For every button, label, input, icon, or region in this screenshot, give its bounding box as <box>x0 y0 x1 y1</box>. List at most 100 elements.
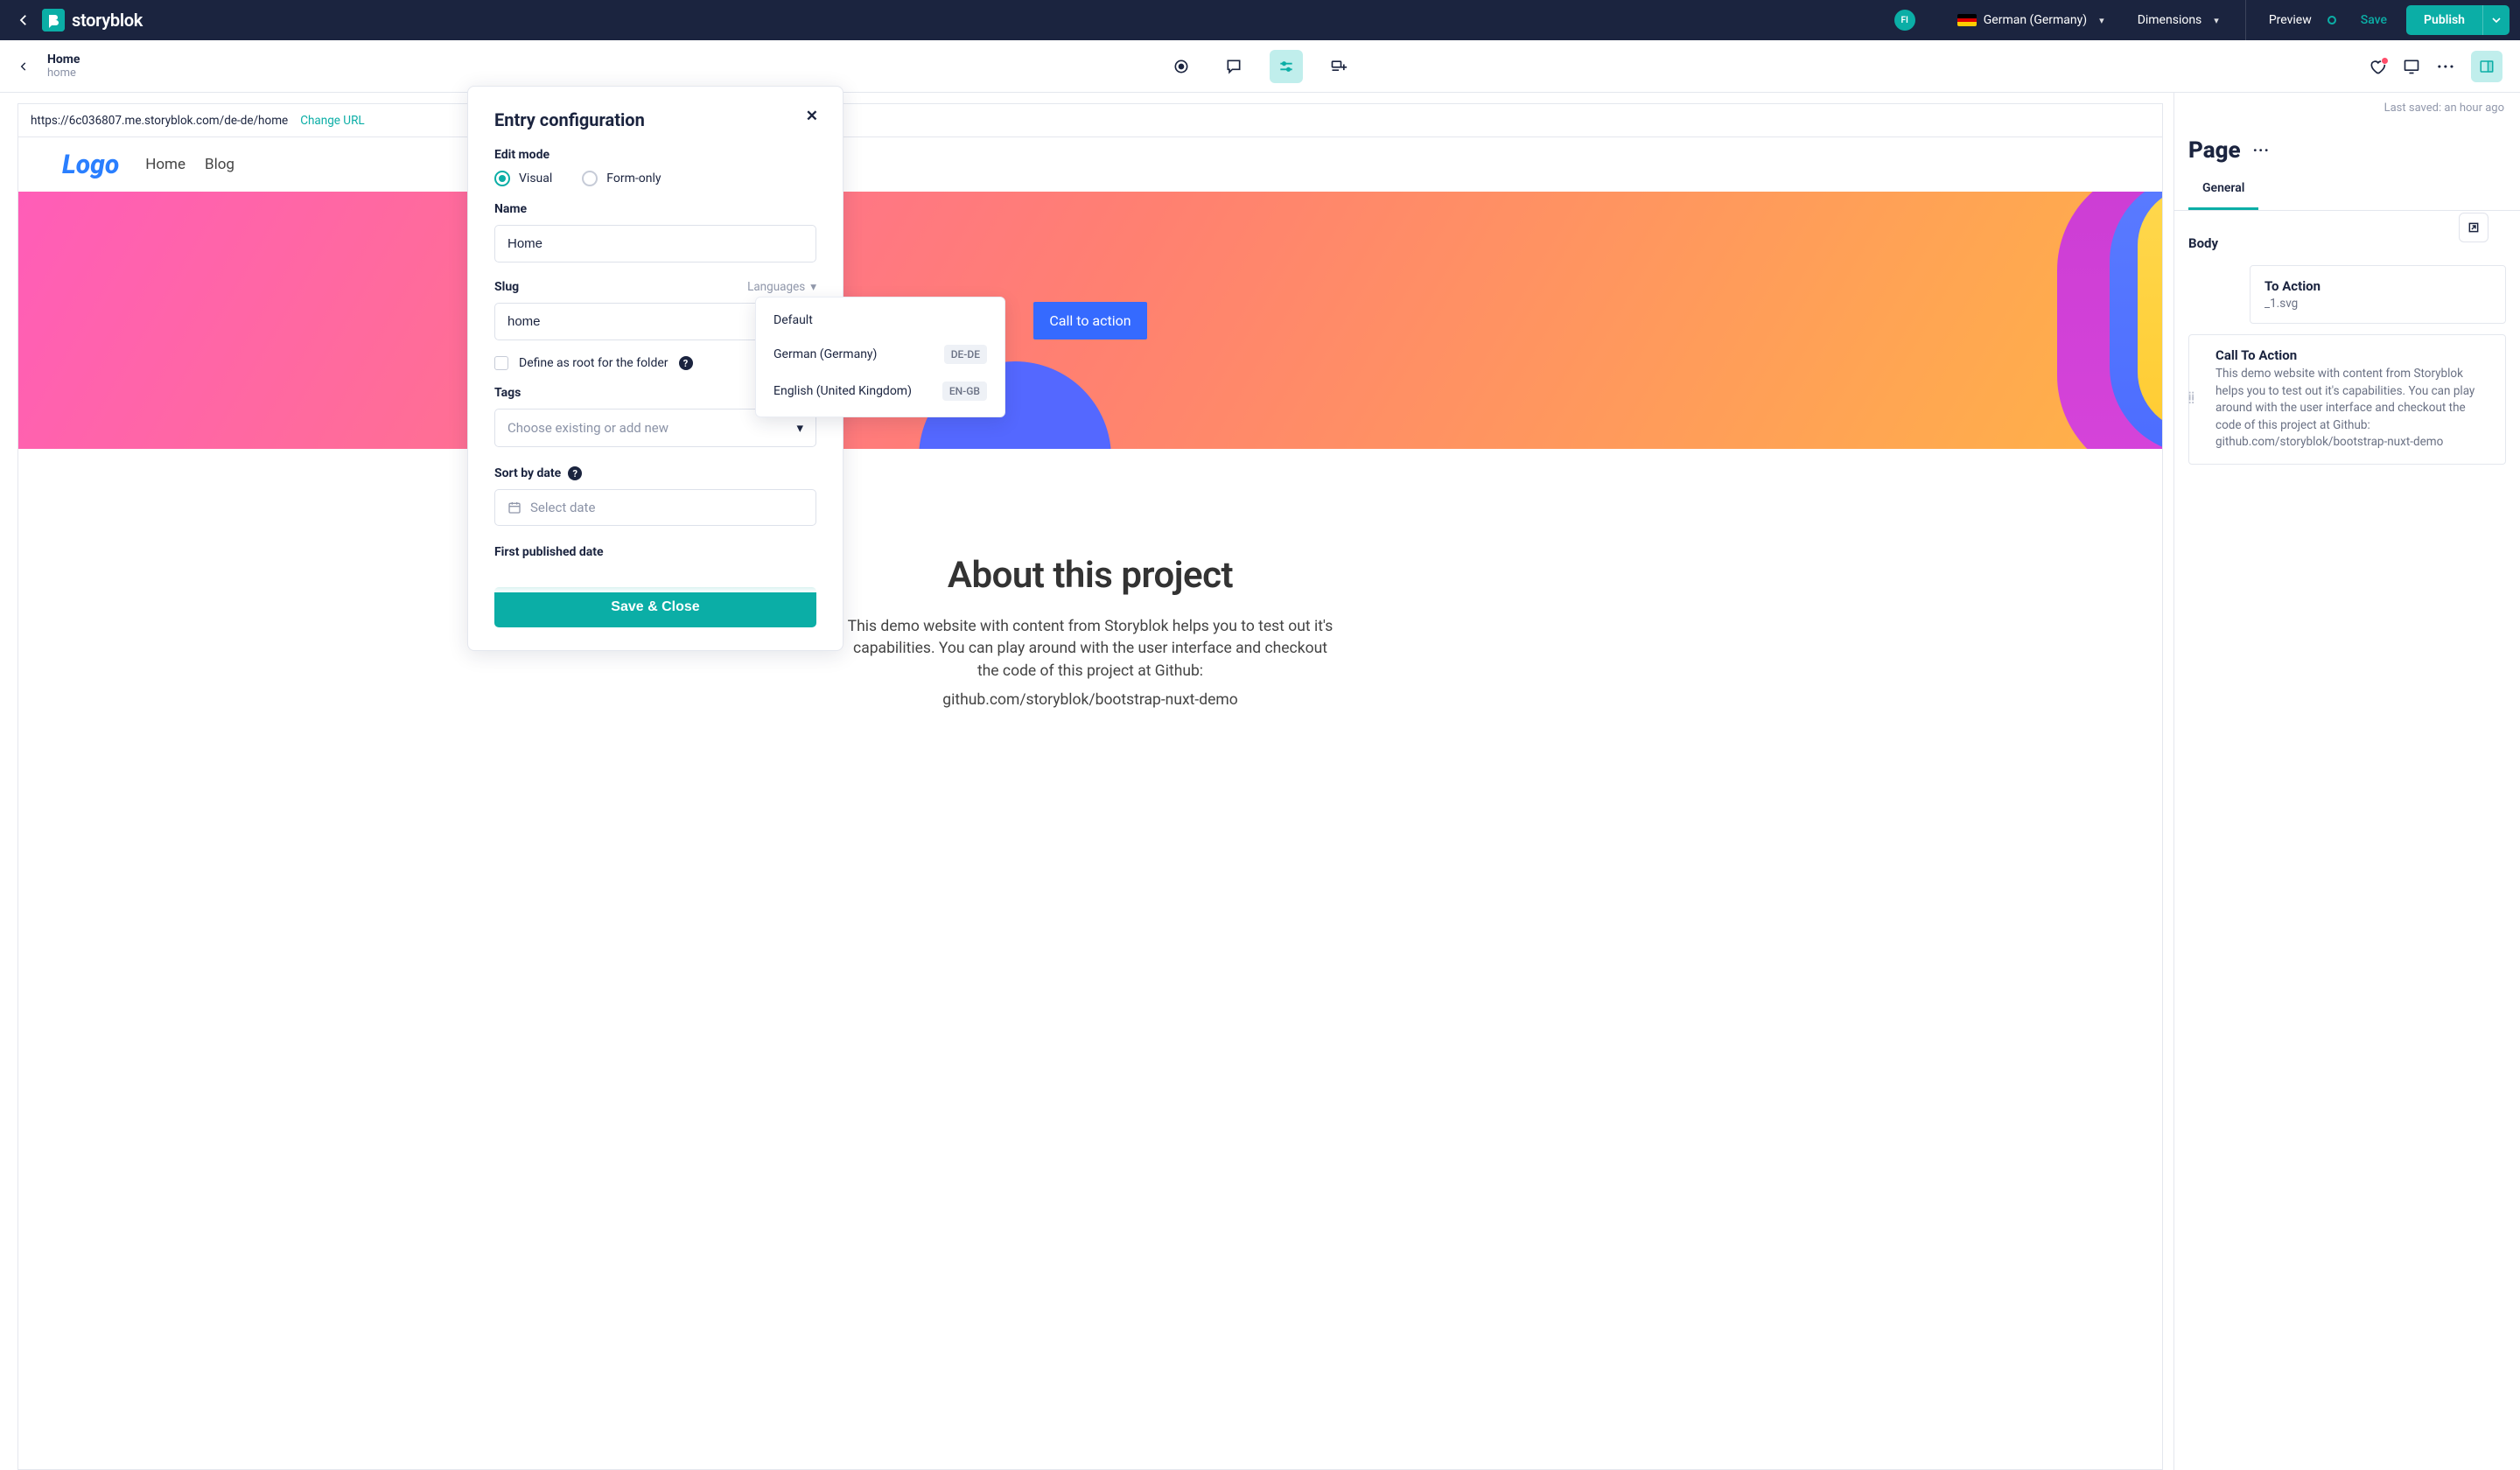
target-icon-button[interactable] <box>1165 50 1198 83</box>
help-icon[interactable]: ? <box>679 356 693 370</box>
right-sidebar: Last saved: an hour ago Page ··· General… <box>2174 93 2520 1470</box>
save-button[interactable]: Save <box>2361 13 2387 27</box>
date-placeholder: Select date <box>530 500 595 515</box>
block-description: This demo website with content from Stor… <box>2216 366 2491 452</box>
preview-frame: Logo Home Blog Call to action About this… <box>18 136 2163 1470</box>
breadcrumb-back[interactable] <box>18 60 30 73</box>
about-section: About this project This demo website wit… <box>18 449 2162 746</box>
add-block-icon-button[interactable] <box>1322 50 1355 83</box>
block-title: Call To Action <box>2216 347 2491 363</box>
dropdown-item-default[interactable]: Default <box>756 304 1004 336</box>
flag-germany-icon <box>1957 14 1977 26</box>
sort-label: Sort by date <box>494 466 561 480</box>
hero-decoration <box>2057 192 2162 449</box>
brand-icon <box>42 9 65 32</box>
more-menu-button[interactable]: ··· <box>2437 56 2455 77</box>
close-button[interactable]: ✕ <box>806 108 818 125</box>
languages-trigger[interactable]: Languages ▾ <box>747 280 816 294</box>
cta-button[interactable]: Call to action <box>1033 302 1146 340</box>
chevron-down-icon: ▾ <box>2214 15 2219 26</box>
top-nav: storyblok FI German (Germany) ▾ Dimensio… <box>0 0 2520 40</box>
name-input[interactable] <box>494 225 816 262</box>
site-logo[interactable]: Logo <box>62 150 119 180</box>
component-title: Page <box>2188 137 2241 164</box>
radio-visual[interactable]: Visual <box>494 171 552 186</box>
modal-title: Entry configuration <box>494 109 816 130</box>
nav-link-home[interactable]: Home <box>145 156 186 173</box>
tab-general[interactable]: General <box>2188 172 2258 210</box>
cta-label: Call to action <box>1049 312 1130 329</box>
brand[interactable]: storyblok <box>42 9 143 32</box>
radio-icon <box>582 171 598 186</box>
first-published-label: First published date <box>494 545 816 559</box>
about-text-1: This demo website with content from Stor… <box>845 616 1335 682</box>
calendar-icon <box>508 500 522 514</box>
site-header: Logo Home Blog <box>18 137 2162 192</box>
main-content: https://6c036807.me.storyblok.com/de-de/… <box>0 93 2520 1470</box>
edit-mode-radios: Visual Form-only <box>494 171 816 186</box>
radio-visual-label: Visual <box>519 172 552 186</box>
drag-handle-icon[interactable]: ⠿⠿ <box>2188 395 2196 403</box>
publish-button[interactable]: Publish <box>2406 5 2482 35</box>
sidebar-tabs: General <box>2174 172 2520 211</box>
language-label: German (Germany) <box>1984 13 2087 27</box>
dropdown-default-label: Default <box>774 313 813 327</box>
chevron-down-icon: ▾ <box>2099 15 2104 26</box>
publish-button-group: Publish <box>2406 5 2510 35</box>
preview-label: Preview <box>2269 13 2312 27</box>
component-menu-icon[interactable]: ··· <box>2253 142 2270 160</box>
name-label: Name <box>494 202 816 216</box>
preview-button[interactable]: Preview <box>2269 13 2336 27</box>
about-heading: About this project <box>88 554 2092 597</box>
dropdown-item-german[interactable]: German (Germany) DE-DE <box>756 336 1004 373</box>
publish-dropdown[interactable] <box>2482 5 2510 35</box>
radio-form-only-label: Form-only <box>606 172 661 186</box>
sidebar-header: Page ··· <box>2174 120 2520 172</box>
block-card[interactable]: ⠿⠿ Call To Action This demo website with… <box>2188 334 2506 465</box>
sidebar-toggle-button[interactable] <box>2471 51 2502 82</box>
block-card[interactable]: To Action _1.svg <box>2250 265 2506 324</box>
nav-link-blog[interactable]: Blog <box>205 156 234 173</box>
block-title: To Action <box>2264 278 2491 294</box>
dropdown-english-label: English (United Kingdom) <box>774 384 912 398</box>
comment-icon-button[interactable] <box>1217 50 1250 83</box>
hero-section: Call to action <box>18 192 2162 449</box>
define-root-label: Define as root for the folder <box>519 356 668 370</box>
view-mode-tabs <box>1165 50 1355 83</box>
slug-label: Slug <box>494 280 519 294</box>
divider <box>2245 0 2246 40</box>
checkbox-icon <box>494 356 508 370</box>
edit-mode-label: Edit mode <box>494 148 816 162</box>
desktop-view-button[interactable] <box>2402 58 2421 75</box>
dimensions-select[interactable]: Dimensions ▾ <box>2138 13 2219 27</box>
save-close-button[interactable]: Save & Close <box>494 587 816 627</box>
breadcrumb-slug: home <box>47 66 80 80</box>
help-icon[interactable]: ? <box>568 466 582 480</box>
language-select[interactable]: German (Germany) ▾ <box>1957 13 2104 27</box>
block-subtitle: _1.svg <box>2264 297 2491 311</box>
tags-placeholder: Choose existing or add new <box>508 420 668 436</box>
chevron-down-icon: ▾ <box>810 280 816 294</box>
dropdown-item-english[interactable]: English (United Kingdom) EN-GB <box>756 373 1004 410</box>
radio-icon <box>494 171 510 186</box>
sub-nav-actions: ··· <box>2369 51 2502 82</box>
settings-icon-button[interactable] <box>1270 50 1303 83</box>
dropdown-german-label: German (Germany) <box>774 347 877 361</box>
notification-badge <box>2381 57 2389 65</box>
user-avatar[interactable]: FI <box>1894 10 1915 31</box>
sort-date-input[interactable]: Select date <box>494 489 816 526</box>
favorite-button[interactable] <box>2369 58 2386 75</box>
languages-label: Languages <box>747 280 805 294</box>
back-arrow[interactable] <box>10 12 37 28</box>
breadcrumb-title: Home <box>47 52 80 66</box>
open-external-button[interactable] <box>2459 213 2488 242</box>
breadcrumb: Home home <box>47 52 80 80</box>
radio-form-only[interactable]: Form-only <box>582 171 661 186</box>
language-code-badge: DE-DE <box>944 345 987 364</box>
last-saved-text: Last saved: an hour ago <box>2174 93 2520 120</box>
change-url-link[interactable]: Change URL <box>300 114 364 128</box>
preview-area: https://6c036807.me.storyblok.com/de-de/… <box>0 93 2174 1470</box>
url-bar: https://6c036807.me.storyblok.com/de-de/… <box>18 103 2163 136</box>
languages-dropdown: Default German (Germany) DE-DE English (… <box>755 297 1005 417</box>
chevron-down-icon: ▾ <box>796 420 803 436</box>
